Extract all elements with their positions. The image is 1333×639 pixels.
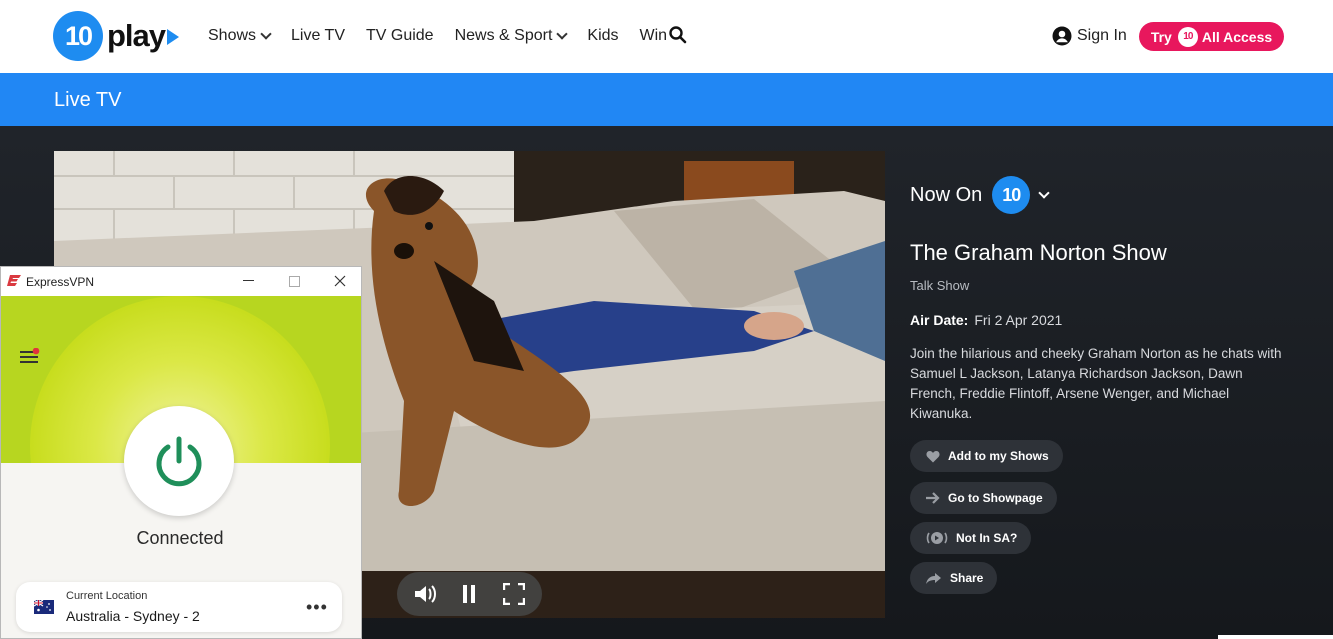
nav-label: Live TV [291,27,345,44]
power-button[interactable] [124,406,234,516]
10play-logo[interactable]: 10 play [53,11,180,61]
vpn-titlebar[interactable]: ExpressVPN [1,267,361,296]
share-button[interactable]: Share [910,562,998,594]
nav-shows[interactable]: Shows [208,27,272,45]
chevron-down-icon[interactable] [1038,187,1050,199]
search-icon[interactable] [669,26,687,49]
nav-label: News & Sport [454,27,553,44]
show-genre: Talk Show [910,278,970,293]
nav-label: Shows [208,27,257,44]
page-band [0,73,1333,126]
nav-tv-guide[interactable]: TV Guide [366,27,434,45]
channel-10-logo[interactable]: 10 [992,176,1031,214]
play-triangle-icon [167,29,180,45]
try-all-access-button[interactable]: Try 10 All Access [1139,22,1284,51]
logo-mark: 10 [53,11,103,61]
volume-icon[interactable] [410,579,440,609]
chevron-down-icon [260,28,272,40]
corner-element [1218,635,1333,639]
current-location-card[interactable]: Current Location Australia - Sydney - 2 … [16,582,342,632]
nav-label: Win [639,27,668,44]
logo-word: play [107,18,166,53]
all-access-badge: 10 [1177,26,1198,47]
hamburger-menu-icon[interactable] [20,347,40,369]
nav-label: Kids [587,27,619,44]
page-title: Live TV [54,89,122,111]
add-to-my-shows-button[interactable]: Add to my Shows [910,440,1063,472]
show-description: Join the hilarious and cheeky Graham Nor… [910,346,1282,421]
show-title: The Graham Norton Show [910,240,1167,265]
nav-news-sport[interactable]: News & Sport [454,27,569,45]
not-in-sa-button[interactable]: Not In SA? [910,522,1032,554]
action-label: Add to my Shows [948,449,1049,463]
now-on-label: Now On [910,183,983,206]
player-controls [397,572,542,616]
vpn-title: ExpressVPN [26,275,95,289]
heart-icon [926,450,940,462]
action-label: Share [950,571,984,585]
expressvpn-logo-icon [7,275,21,286]
main-nav: Shows Live TV TV Guide News & Sport Kids… [208,27,688,45]
all-access-label: All Access [1201,28,1273,45]
nav-win[interactable]: Win [640,27,668,45]
sign-in-label: Sign In [1077,27,1127,44]
share-icon [926,573,941,584]
sign-in-link[interactable]: Sign In [1052,26,1127,46]
current-location-label: Current Location [66,590,148,602]
try-label: Try [1150,28,1172,45]
nav-live-tv[interactable]: Live TV [291,27,345,45]
connection-status: Connected [136,528,224,548]
site-header: 10 play Shows Live TV TV Guide News & Sp… [0,0,1333,73]
fullscreen-icon[interactable] [499,579,529,609]
current-location-value: Australia - Sydney - 2 [66,608,200,624]
pause-icon[interactable] [454,579,484,609]
broadcast-icon [926,532,948,544]
chevron-down-icon [556,28,569,40]
nav-label: TV Guide [365,27,434,44]
user-icon [1052,26,1072,46]
air-date: Air Date: Fri 2 Apr 2021 [910,312,1062,328]
more-options-icon[interactable]: ••• [306,597,328,618]
minimize-button[interactable] [237,272,259,290]
close-icon[interactable] [329,272,351,290]
now-on-header: Now On 10 [910,176,1050,214]
air-date-label: Air Date: [910,312,969,328]
australia-flag-icon [33,599,54,614]
air-date-value: Fri 2 Apr 2021 [974,312,1063,328]
maximize-button[interactable] [283,272,305,290]
go-to-showpage-button[interactable]: Go to Showpage [910,482,1057,514]
action-label: Go to Showpage [948,491,1043,505]
power-icon [156,436,202,487]
arrow-right-icon [926,492,940,504]
nav-kids[interactable]: Kids [587,27,618,45]
action-label: Not In SA? [956,531,1018,545]
